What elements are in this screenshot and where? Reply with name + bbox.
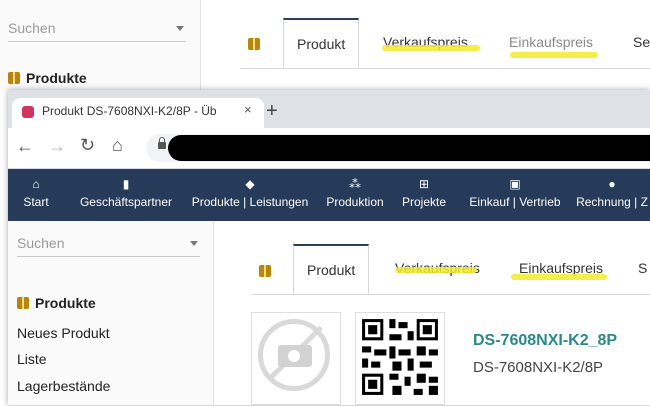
- nav-item-einkauf-vertrieb[interactable]: ▣ Einkauf | Vertrieb: [460, 169, 570, 221]
- tab-label: Se: [633, 34, 650, 50]
- qr-code[interactable]: [355, 312, 445, 405]
- chevron-down-icon[interactable]: [176, 26, 184, 31]
- qr-code-icon: [362, 319, 438, 395]
- browser-tab[interactable]: Produkt DS-7608NXI-K2/8P - Üb ×: [12, 98, 264, 128]
- background-tab-more[interactable]: Se: [633, 18, 650, 68]
- highlight-marker: [510, 52, 598, 58]
- nav-item-projekte[interactable]: ⊞ Projekte: [396, 169, 452, 221]
- box-icon: [8, 72, 20, 84]
- sidebar-item-lagerbestaende[interactable]: Lagerbestände: [17, 378, 110, 394]
- sidebar-section-title-label: Produkte: [35, 295, 96, 311]
- reload-icon[interactable]: ↻: [80, 135, 95, 156]
- coins-icon: ●: [608, 177, 616, 191]
- sitemap-icon: ⊞: [418, 177, 430, 191]
- lock-icon: [158, 137, 166, 149]
- nav-item-label: Einkauf | Vertrieb: [469, 195, 561, 209]
- camera-icon: [278, 345, 312, 367]
- nav-item-label: Produkte | Leistungen: [191, 195, 309, 209]
- nav-item-label: Projekte: [401, 195, 447, 209]
- cubes-icon: ⁂: [349, 177, 361, 191]
- briefcase-icon: ▣: [509, 177, 521, 191]
- building-icon: ▮: [122, 177, 130, 191]
- nav-item-label: Produktion: [326, 195, 384, 209]
- search-placeholder: Suchen: [17, 235, 65, 251]
- product-code-link[interactable]: DS-7608NXI-K2_8P: [473, 332, 617, 350]
- background-tab-produkt[interactable]: Produkt: [283, 18, 360, 68]
- nav-item-produktion[interactable]: ⁂ Produktion: [320, 169, 390, 221]
- browser-tab-title: Produkt DS-7608NXI-K2/8P - Üb: [42, 104, 217, 118]
- highlight-marker: [511, 274, 607, 280]
- highlight-marker: [382, 45, 480, 51]
- nav-item-label: Start: [23, 195, 49, 209]
- tab-more[interactable]: S: [638, 244, 647, 294]
- box-icon: [17, 297, 29, 309]
- browser-toolbar: ← → ↻ ⌂: [8, 128, 650, 169]
- tab-label: Produkt: [297, 36, 346, 52]
- tab-label: Einkaufspreis: [509, 34, 594, 50]
- favicon-icon: [22, 106, 34, 118]
- sidebar-section-title: Produkte: [17, 295, 96, 311]
- redacted-url: [168, 135, 650, 161]
- browser-titlebar: Produkt DS-7608NXI-K2/8P - Üb × +: [8, 90, 650, 128]
- forward-arrow-icon[interactable]: →: [48, 136, 66, 157]
- background-tab-bar: Produkt Verkaufspreis Einkaufspreis Se: [240, 18, 650, 69]
- close-icon[interactable]: ×: [244, 102, 252, 117]
- search-input[interactable]: Suchen: [17, 235, 200, 257]
- nav-item-label: Geschäftspartner: [79, 195, 173, 209]
- browser-window: Produkt DS-7608NXI-K2/8P - Üb × + ← → ↻ …: [8, 90, 650, 405]
- background-search-placeholder: Suchen: [8, 20, 56, 36]
- nav-item-geschaeftspartner[interactable]: ▮ Geschäftspartner: [72, 169, 180, 221]
- tab-label: Produkt: [307, 262, 356, 278]
- tab-einkaufspreis[interactable]: Einkaufspreis: [519, 244, 603, 294]
- background-section-title: Produkte: [8, 70, 87, 86]
- background-section-title-label: Produkte: [26, 70, 87, 86]
- background-sidebar: Suchen Produkte: [0, 0, 201, 90]
- main-navigation: ⌂ Start ▮ Geschäftspartner ◆ Produkte | Lei…: [8, 169, 650, 221]
- box-icon: ◆: [245, 177, 255, 191]
- background-tab-einkaufspreis[interactable]: Einkaufspreis: [509, 18, 593, 68]
- address-bar[interactable]: [146, 134, 650, 162]
- product-name: DS-7608NXI-K2/8P: [473, 359, 604, 376]
- sidebar-item-liste[interactable]: Liste: [17, 351, 47, 367]
- chevron-down-icon[interactable]: [190, 241, 198, 246]
- nav-item-start[interactable]: ⌂ Start: [14, 169, 58, 221]
- tab-label: S: [638, 260, 648, 276]
- nav-item-rechnung[interactable]: ● Rechnung | Z: [574, 169, 650, 221]
- home-icon: ⌂: [32, 177, 40, 191]
- background-search-input[interactable]: Suchen: [8, 20, 186, 42]
- product-image-placeholder[interactable]: [251, 312, 341, 405]
- home-icon[interactable]: ⌂: [112, 135, 123, 156]
- nav-item-produkte[interactable]: ◆ Produkte | Leistungen: [184, 169, 316, 221]
- sidebar-item-neues-produkt[interactable]: Neues Produkt: [17, 325, 110, 341]
- highlight-marker: [395, 267, 477, 273]
- back-arrow-icon[interactable]: ←: [16, 136, 34, 157]
- tab-produkt[interactable]: Produkt: [293, 244, 370, 294]
- sidebar: Suchen Produkte Neues Produkt Liste Lage…: [8, 221, 214, 405]
- nav-item-label: Rechnung | Z: [576, 195, 648, 209]
- background-tab-verkaufspreis[interactable]: Verkaufspreis: [383, 18, 468, 68]
- new-tab-button[interactable]: +: [266, 100, 278, 123]
